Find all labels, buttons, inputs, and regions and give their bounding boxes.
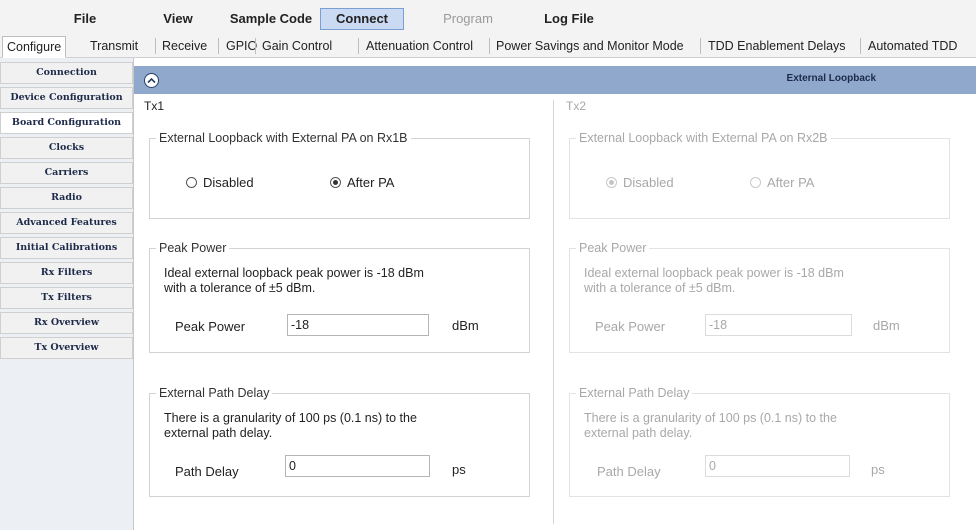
radio-label: After PA xyxy=(347,175,395,190)
sidebar-item-board-configuration[interactable]: Board Configuration xyxy=(0,112,133,134)
chevron-up-icon xyxy=(147,77,156,84)
group-title: External Loopback with External PA on Rx… xyxy=(576,131,831,145)
sidebar-item-rx-filters[interactable]: Rx Filters xyxy=(0,262,133,284)
group-title: External Path Delay xyxy=(576,386,693,400)
tx1-peak-power-label: Peak Power xyxy=(175,319,246,334)
sidebar-item-tx-filters[interactable]: Tx Filters xyxy=(0,287,133,309)
description-line: with a tolerance of ±5 dBm. xyxy=(584,281,736,295)
group-title: Peak Power xyxy=(576,241,650,255)
tab-gain-control[interactable]: Gain Control xyxy=(258,36,336,58)
tx2-peak-power-input xyxy=(705,314,852,336)
sidebar-item-connection[interactable]: Connection xyxy=(0,62,133,84)
sidebar-item-radio[interactable]: Radio xyxy=(0,187,133,209)
tab-bar: Configure Transmit Receive GPIO Gain Con… xyxy=(0,34,976,58)
description-line: There is a granularity of 100 ps (0.1 ns… xyxy=(164,411,417,425)
sidebar-item-clocks[interactable]: Clocks xyxy=(0,137,133,159)
tx2-path-delay-group: External Path Delay xyxy=(569,386,950,497)
tx1-peak-power-group: Peak Power xyxy=(149,241,530,353)
radio-icon xyxy=(186,177,197,188)
tab-power-savings[interactable]: Power Savings and Monitor Mode xyxy=(492,36,688,58)
tx1-radio-disabled[interactable]: Disabled xyxy=(186,175,254,190)
tx2-title: Tx2 xyxy=(566,99,587,113)
menu-file[interactable]: File xyxy=(70,8,100,30)
tab-automated-tdd[interactable]: Automated TDD xyxy=(864,36,961,58)
tx1-path-delay-label: Path Delay xyxy=(175,464,239,479)
sidebar-item-rx-overview[interactable]: Rx Overview xyxy=(0,312,133,334)
menu-log-file[interactable]: Log File xyxy=(540,8,598,30)
sidebar-item-device-configuration[interactable]: Device Configuration xyxy=(0,87,133,109)
tx2-delay-description: There is a granularity of 100 ps (0.1 ns… xyxy=(584,411,837,441)
tab-separator xyxy=(218,38,219,54)
sidebar-item-carriers[interactable]: Carriers xyxy=(0,162,133,184)
tx2-peak-description: Ideal external loopback peak power is -1… xyxy=(584,266,844,296)
description-line: Ideal external loopback peak power is -1… xyxy=(164,266,424,280)
tab-separator xyxy=(700,38,701,54)
tab-receive[interactable]: Receive xyxy=(158,36,211,58)
radio-label: After PA xyxy=(767,175,815,190)
column-divider xyxy=(553,100,554,524)
menu-connect[interactable]: Connect xyxy=(320,8,404,30)
tx2-path-delay-input xyxy=(705,455,850,477)
tab-transmit[interactable]: Transmit xyxy=(86,36,142,58)
description-line: external path delay. xyxy=(584,426,693,440)
group-title: External Path Delay xyxy=(156,386,273,400)
radio-selected-icon xyxy=(606,177,617,188)
tx2-peak-power-group: Peak Power xyxy=(569,241,950,353)
panel-header: External Loopback xyxy=(134,66,976,94)
description-line: external path delay. xyxy=(164,426,273,440)
tx2-radio-after-pa[interactable]: After PA xyxy=(750,175,814,190)
menu-view[interactable]: View xyxy=(160,8,196,30)
description-line: with a tolerance of ±5 dBm. xyxy=(164,281,316,295)
tx1-radio-after-pa[interactable]: After PA xyxy=(330,175,394,190)
tab-separator xyxy=(860,38,861,54)
tx2-radio-disabled[interactable]: Disabled xyxy=(606,175,674,190)
tx1-peak-description: Ideal external loopback peak power is -1… xyxy=(164,266,424,296)
panel-title: External Loopback xyxy=(786,73,876,84)
radio-label: Disabled xyxy=(203,175,254,190)
group-title: Peak Power xyxy=(156,241,230,255)
radio-selected-icon xyxy=(330,177,341,188)
tab-tdd-enablement-delays[interactable]: TDD Enablement Delays xyxy=(704,36,850,58)
collapse-button[interactable] xyxy=(144,73,159,88)
radio-icon xyxy=(750,177,761,188)
menu-sample-code[interactable]: Sample Code xyxy=(226,8,316,30)
tx1-delay-description: There is a granularity of 100 ps (0.1 ns… xyxy=(164,411,417,441)
sidebar-item-tx-overview[interactable]: Tx Overview xyxy=(0,337,133,359)
tab-separator xyxy=(155,38,156,54)
tx1-peak-power-input[interactable] xyxy=(287,314,429,336)
tx2-peak-power-label: Peak Power xyxy=(595,319,666,334)
tx1-path-delay-unit: ps xyxy=(452,462,466,477)
tab-separator xyxy=(358,38,359,54)
tab-configure[interactable]: Configure xyxy=(2,36,67,58)
tx1-path-delay-input[interactable] xyxy=(285,455,430,477)
tx2-peak-power-unit: dBm xyxy=(873,318,900,333)
tx1-peak-power-unit: dBm xyxy=(452,318,479,333)
description-line: Ideal external loopback peak power is -1… xyxy=(584,266,844,280)
sidebar: Connection Device Configuration Board Co… xyxy=(0,58,134,530)
radio-label: Disabled xyxy=(623,175,674,190)
tab-separator xyxy=(489,38,490,54)
tx1-path-delay-group: External Path Delay xyxy=(149,386,530,497)
tab-attenuation-control[interactable]: Attenuation Control xyxy=(362,36,477,58)
tx1-title: Tx1 xyxy=(144,99,165,113)
tx2-path-delay-label: Path Delay xyxy=(597,464,661,479)
description-line: There is a granularity of 100 ps (0.1 ns… xyxy=(584,411,837,425)
sidebar-item-advanced-features[interactable]: Advanced Features xyxy=(0,212,133,234)
sidebar-item-initial-calibrations[interactable]: Initial Calibrations xyxy=(0,237,133,259)
menu-bar: File View Sample Code Connect Program Lo… xyxy=(0,0,976,34)
tab-separator xyxy=(255,38,256,54)
group-title: External Loopback with External PA on Rx… xyxy=(156,131,411,145)
menu-program[interactable]: Program xyxy=(438,8,498,30)
tx2-path-delay-unit: ps xyxy=(871,462,885,477)
